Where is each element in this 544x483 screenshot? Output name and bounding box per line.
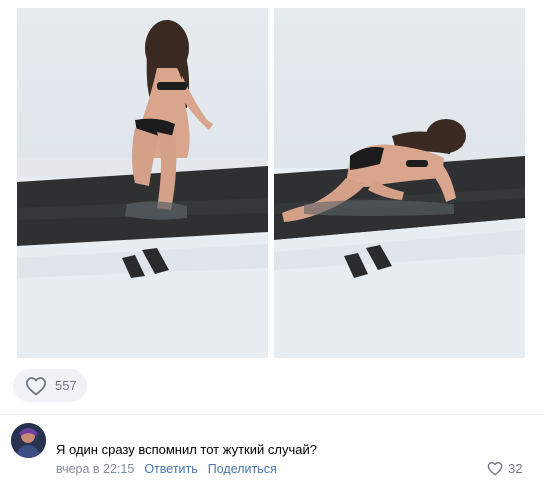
commenter-avatar[interactable]: [11, 423, 46, 458]
post-like-button[interactable]: 557: [13, 369, 87, 402]
comment-meta: вчера в 22:15 Ответить Поделиться: [56, 462, 277, 476]
comments-divider: [0, 414, 544, 415]
post-photo-1[interactable]: [17, 8, 268, 358]
comment-timestamp[interactable]: вчера в 22:15: [56, 462, 134, 476]
post-photos: [17, 8, 525, 358]
heart-outline-icon: [25, 376, 46, 395]
share-link[interactable]: Поделиться: [208, 462, 277, 476]
comment-text: Я один сразу вспомнил тот жуткий случай?: [56, 442, 317, 457]
reply-link[interactable]: Ответить: [144, 462, 197, 476]
heart-outline-icon: [487, 462, 503, 476]
post-like-count: 557: [55, 378, 77, 393]
comment-like-button[interactable]: 32: [487, 461, 522, 476]
post-photo-2[interactable]: [274, 8, 525, 358]
comment-like-count: 32: [508, 461, 523, 476]
